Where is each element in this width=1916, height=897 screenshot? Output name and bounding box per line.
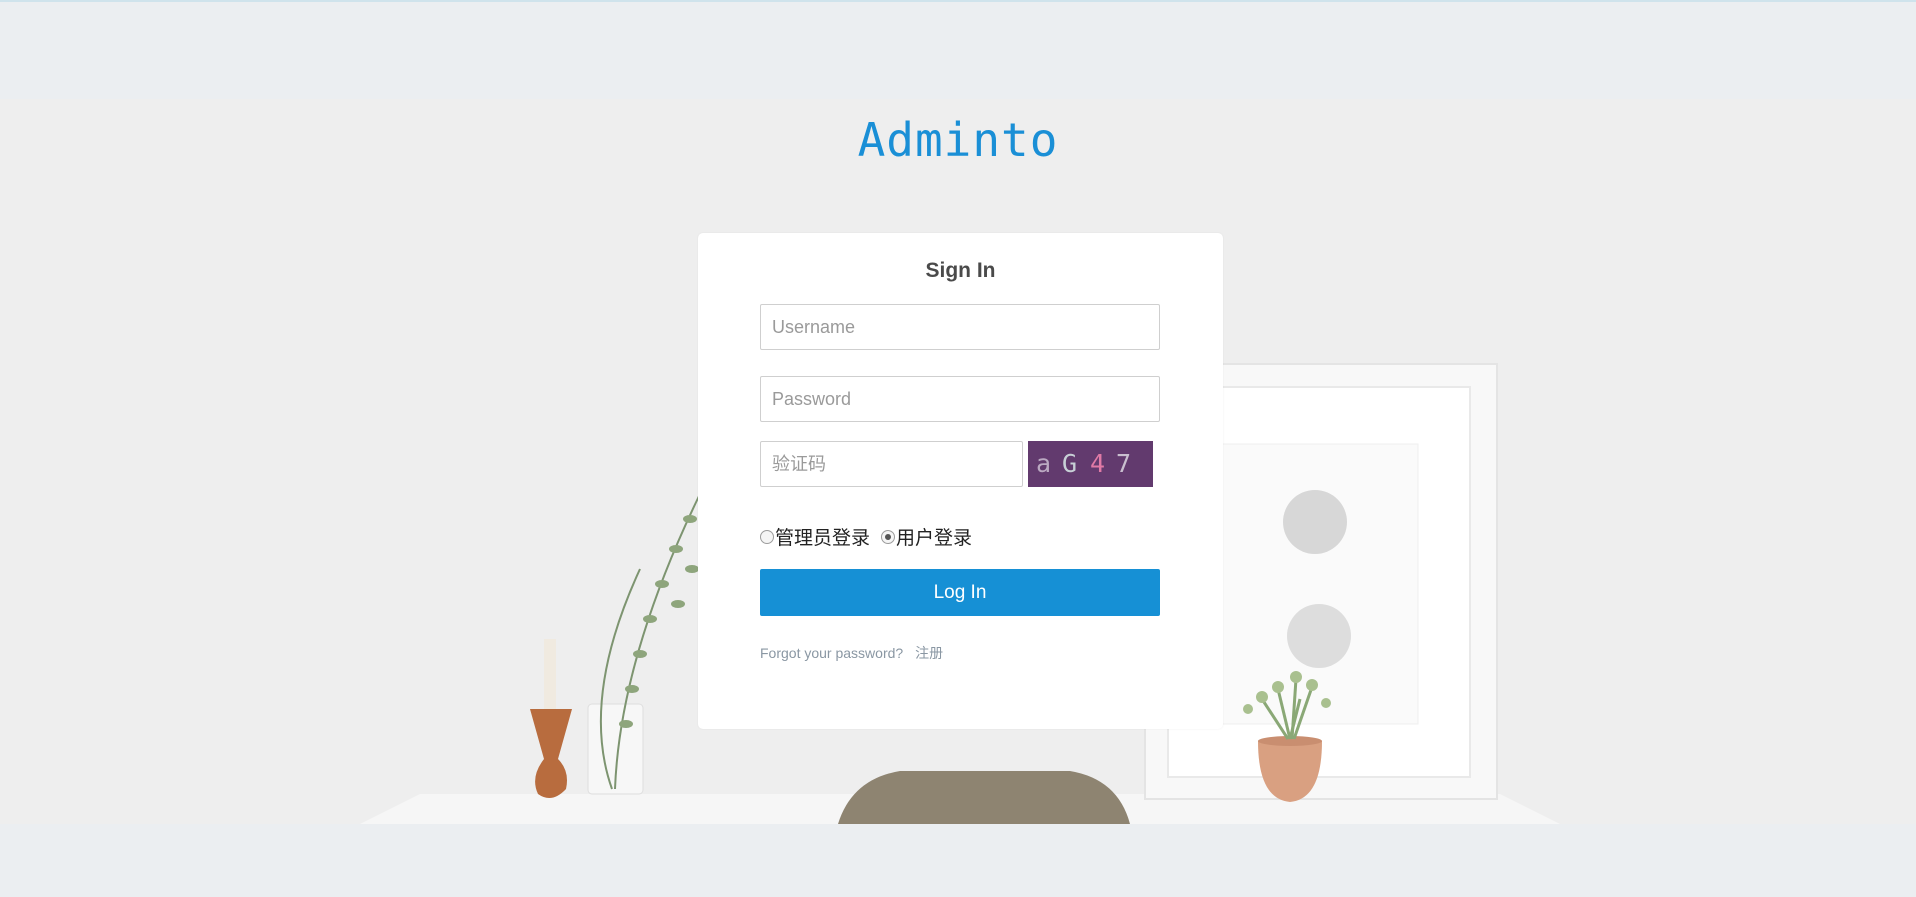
captcha-char: a <box>1036 449 1052 478</box>
username-input[interactable] <box>760 304 1160 350</box>
signin-title: Sign In <box>925 259 996 282</box>
role-user-option[interactable]: 用户登录 <box>881 523 972 550</box>
role-admin-option[interactable]: 管理员登录 <box>760 523 870 550</box>
captcha-input[interactable] <box>760 441 1023 487</box>
signin-card: Sign In a G 4 7 管理员登录 用户登录 Log In Forgot… <box>698 233 1223 729</box>
role-user-radio[interactable] <box>881 529 895 544</box>
password-input[interactable] <box>760 376 1160 422</box>
captcha-char: G <box>1062 449 1078 478</box>
captcha-char: 7 <box>1116 449 1132 478</box>
captcha-char: 4 <box>1090 449 1106 478</box>
captcha-image[interactable]: a G 4 7 <box>1028 441 1153 487</box>
register-link[interactable]: 注册 <box>915 645 943 661</box>
forgot-password-link[interactable]: Forgot your password? <box>760 645 903 661</box>
role-admin-radio[interactable] <box>760 529 774 544</box>
brand-logo: Adminto <box>857 113 1059 167</box>
top-border <box>0 0 1916 2</box>
role-user-label: 用户登录 <box>896 528 973 549</box>
login-button[interactable]: Log In <box>760 569 1160 616</box>
signin-links: Forgot your password? 注册 <box>760 643 943 663</box>
role-admin-label: 管理员登录 <box>775 528 871 549</box>
